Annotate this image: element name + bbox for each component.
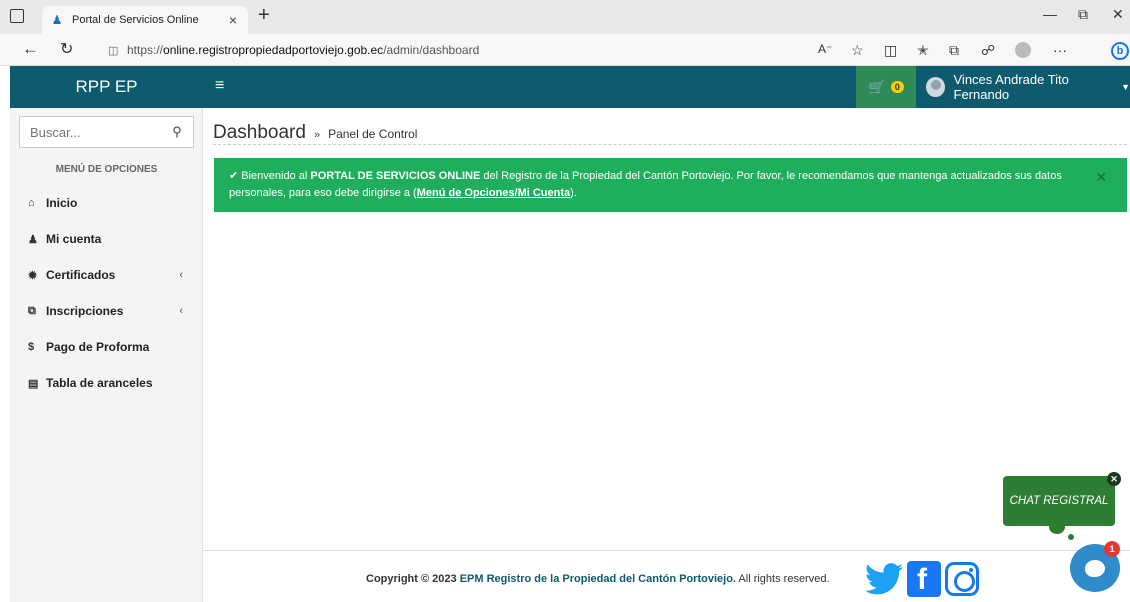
twitter-icon[interactable] <box>865 563 903 595</box>
user-icon: ♟ <box>28 233 38 246</box>
cart-icon: 🛒 <box>868 78 886 95</box>
url-field[interactable]: ◫ https://online.registropropiedadportov… <box>108 43 479 57</box>
page-subtitle: Panel de Control <box>328 127 418 141</box>
sidebar-item-certificados[interactable]: ✹ Certificados ‹ <box>10 257 203 293</box>
sidebar-item-label: Pago de Proforma <box>46 340 150 354</box>
user-avatar <box>926 77 945 97</box>
close-tab-icon[interactable]: × <box>226 12 240 28</box>
restore-icon[interactable]: ⧉ <box>1078 6 1088 23</box>
profile-avatar[interactable] <box>1015 42 1031 58</box>
page-header: Dashboard » Panel de Control <box>213 122 417 144</box>
sidebar-item-label: Inscripciones <box>46 304 124 318</box>
check-icon: ✔ <box>229 170 239 182</box>
back-icon[interactable]: ← <box>22 39 39 59</box>
new-tab-icon[interactable]: + <box>258 4 270 27</box>
divider <box>213 144 1127 145</box>
facebook-icon[interactable]: f <box>907 561 941 597</box>
copyright-org[interactable]: EPM Registro de la Propiedad del Cantón … <box>460 573 736 585</box>
bing-icon[interactable]: b <box>1111 42 1129 60</box>
app-header: RPP EP ≡ 🛒 0 Vinces Andrade Tito Fernand… <box>10 66 1130 108</box>
breadcrumb-separator-icon: » <box>313 129 321 141</box>
alert-suffix: ). <box>570 187 577 199</box>
search-icon[interactable]: ⚲ <box>161 124 193 140</box>
chat-notification-badge: 1 <box>1104 541 1120 557</box>
copy-icon: ⧉ <box>28 304 36 317</box>
sidebar-item-inicio[interactable]: ⌂ Inicio <box>10 185 203 221</box>
sidebar-item-tabla-aranceles[interactable]: ▤ Tabla de aranceles <box>10 365 203 401</box>
certificate-icon: ✹ <box>28 269 38 282</box>
copyright-rights: All rights reserved. <box>738 573 830 585</box>
sidebar-item-inscripciones[interactable]: ⧉ Inscripciones ‹ <box>10 293 203 329</box>
url-host: online.registropropiedadportoviejo.gob.e… <box>163 43 384 57</box>
sidebar-item-pago-proforma[interactable]: $ Pago de Proforma <box>10 329 203 365</box>
tab-title: Portal de Servicios Online <box>72 14 199 26</box>
alert-bold-text: PORTAL DE SERVICIOS ONLINE <box>310 170 481 182</box>
home-icon: ⌂ <box>28 197 35 209</box>
user-name: Vinces Andrade Tito Fernando <box>953 72 1069 102</box>
welcome-alert: ✔ Bienvenido al PORTAL DE SERVICIOS ONLI… <box>214 158 1127 212</box>
close-window-icon[interactable]: ✕ <box>1112 6 1124 23</box>
more-menu-icon[interactable]: ··· <box>1053 42 1067 58</box>
search-input[interactable] <box>20 124 161 140</box>
url-prefix: https:// <box>127 43 164 57</box>
chat-icon <box>1085 559 1105 577</box>
sidebar-item-label: Mi cuenta <box>46 232 102 246</box>
page-title: Dashboard <box>213 122 306 143</box>
site-favicon-icon: ♟ <box>51 13 63 27</box>
favorites-icon[interactable]: ✭ <box>917 42 929 59</box>
alert-account-link[interactable]: Menú de Opciones/Mi Cuenta <box>417 187 570 199</box>
copyright-text: Copyright © 2023 EPM Registro de la Prop… <box>366 573 830 585</box>
site-info-icon[interactable]: ◫ <box>108 44 121 57</box>
sidebar-search: ⚲ <box>19 116 194 148</box>
brand-logo[interactable]: RPP EP <box>10 66 203 108</box>
tab-actions-icon[interactable] <box>10 9 24 23</box>
list-icon: ▤ <box>28 377 39 390</box>
cart-count-badge: 0 <box>890 81 904 93</box>
chat-tail-dot-small <box>1068 534 1074 540</box>
instagram-icon[interactable] <box>945 562 979 596</box>
menu-header: MENÚ DE OPCIONES <box>55 164 158 175</box>
dollar-icon: $ <box>28 341 35 353</box>
sidebar-item-label: Inicio <box>46 196 78 210</box>
sidebar-toggle-icon[interactable]: ≡ <box>215 77 224 95</box>
sidebar-item-label: Tabla de aranceles <box>46 376 153 390</box>
extensions-icon[interactable]: ☍ <box>981 42 995 59</box>
caret-down-icon: ▼ <box>1121 82 1130 92</box>
close-alert-icon[interactable]: ✕ <box>1095 169 1107 186</box>
chevron-left-icon: ‹ <box>179 305 183 317</box>
refresh-icon[interactable]: ↻ <box>60 39 73 59</box>
collections-icon[interactable]: ⧉ <box>949 42 959 59</box>
sidebar-item-label: Certificados <box>46 268 116 282</box>
user-menu[interactable]: Vinces Andrade Tito Fernando ▼ <box>926 66 1130 108</box>
browser-tabbar: ♟ Portal de Servicios Online × + — ⧉ ✕ <box>0 0 1130 34</box>
browser-tab[interactable]: ♟ Portal de Servicios Online × <box>42 6 248 34</box>
read-aloud-icon[interactable]: A⁻ <box>818 42 832 56</box>
favorite-star-icon[interactable]: ☆ <box>851 42 864 59</box>
minimize-icon[interactable]: — <box>1043 6 1057 22</box>
close-chat-icon[interactable]: ✕ <box>1107 472 1121 486</box>
sidebar-item-mi-cuenta[interactable]: ♟ Mi cuenta <box>10 221 203 257</box>
chevron-left-icon: ‹ <box>179 269 183 281</box>
address-bar: ← ↻ ◫ https://online.registropropiedadpo… <box>0 34 1130 66</box>
url-path: /admin/dashboard <box>383 43 480 57</box>
split-screen-icon[interactable]: ◫ <box>884 42 897 59</box>
chat-tail-dot <box>1049 520 1065 534</box>
alert-prefix: Bienvenido al <box>241 170 308 182</box>
footer: Copyright © 2023 EPM Registro de la Prop… <box>203 550 1130 602</box>
cart-button[interactable]: 🛒 0 <box>856 66 916 108</box>
sidebar: ⚲ MENÚ DE OPCIONES ⌂ Inicio ♟ Mi cuenta … <box>10 108 203 602</box>
copyright-label: Copyright © 2023 <box>366 573 457 585</box>
chat-registral-button[interactable]: CHAT REGISTRAL <box>1003 476 1115 526</box>
main-content: Dashboard » Panel de Control ✔ Bienvenid… <box>203 108 1130 550</box>
